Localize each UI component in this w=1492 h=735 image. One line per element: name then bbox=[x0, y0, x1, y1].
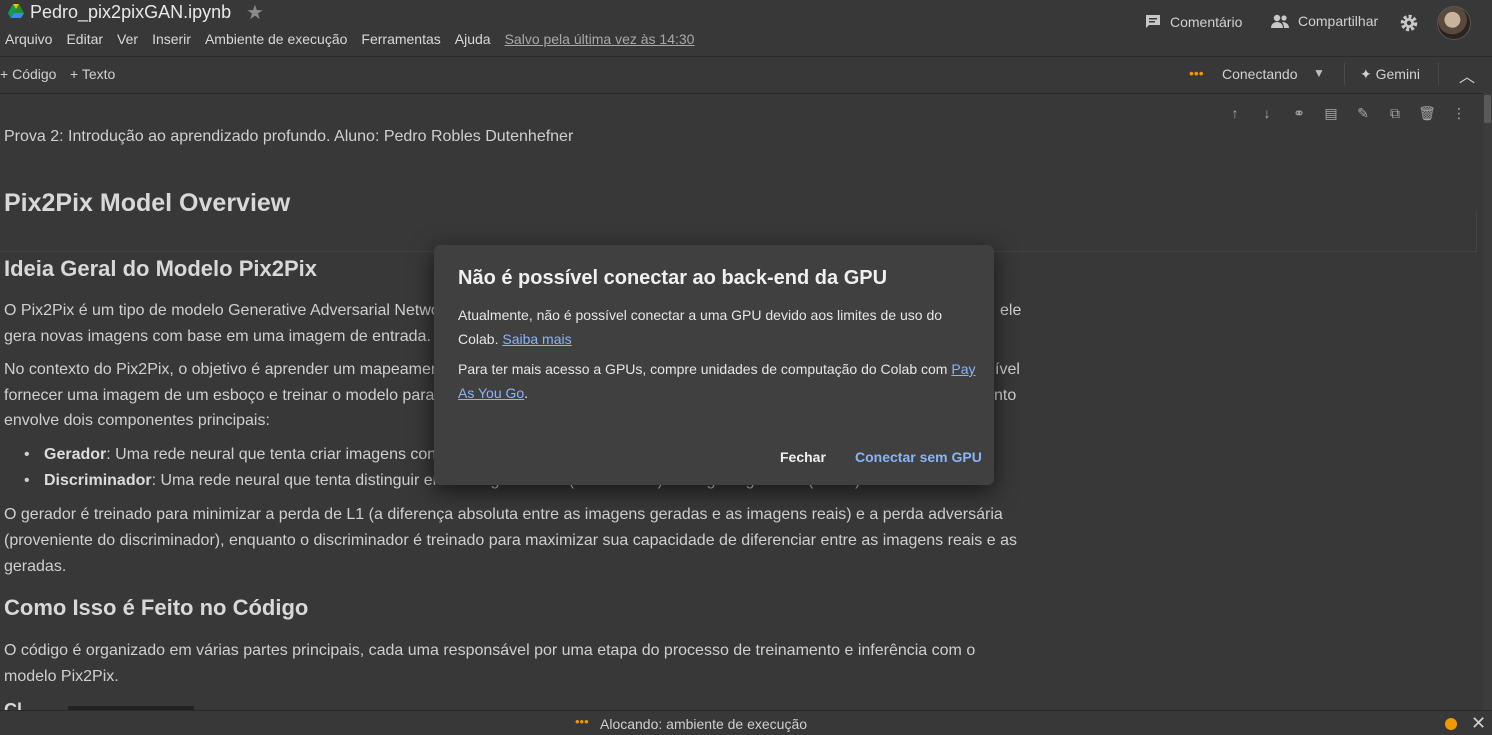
scrollbar[interactable] bbox=[1483, 93, 1492, 710]
star-icon[interactable]: ★ bbox=[246, 0, 264, 25]
pencil-icon[interactable]: ✎ bbox=[1354, 104, 1372, 122]
bullet-bold: Gerador bbox=[44, 446, 107, 463]
status-bar: ••• Alocando: ambiente de execução ✕ bbox=[0, 710, 1492, 735]
notebook-title[interactable]: Pedro_pix2pixGAN.ipynb bbox=[30, 2, 231, 23]
comment-icon[interactable]: ▤ bbox=[1322, 104, 1340, 122]
intro-text: Prova 2: Introdução ao aprendizado profu… bbox=[4, 128, 574, 145]
dialog-message-1: Atualmente, não é possível conectar a um… bbox=[458, 303, 973, 351]
avatar[interactable] bbox=[1437, 6, 1471, 40]
link-icon[interactable]: ⚭ bbox=[1290, 104, 1308, 122]
close-button[interactable]: Fechar bbox=[780, 449, 826, 465]
cell-toolbar: ↑ ↓ ⚭ ▤ ✎ ⧉ 🗑 ⋮ bbox=[1218, 100, 1484, 126]
paragraph-2-line2: fornecer uma imagem de um esboço e trein… bbox=[4, 387, 435, 404]
connect-without-gpu-button[interactable]: Conectar sem GPU bbox=[855, 449, 982, 465]
cut-off-heading: Cl bbox=[4, 700, 22, 710]
notebook-toolbar: + Código + Texto ••• Conectando ▼ ✦ Gemi… bbox=[0, 56, 1492, 94]
dialog-message-2: Para ter mais acesso a GPUs, compre unid… bbox=[458, 357, 978, 405]
paragraph-3: O gerador é treinado para minimizar a pe… bbox=[4, 506, 1017, 575]
dialog-text: Para ter mais acesso a GPUs, compre unid… bbox=[458, 361, 952, 377]
bullet-text: : Uma rede neural que tenta criar imagen… bbox=[106, 446, 445, 463]
paragraph-2-line1: No contexto do Pix2Pix, o objetivo é apr… bbox=[4, 361, 437, 378]
scrollbar-thumb[interactable] bbox=[1484, 95, 1491, 123]
status-text: Alocando: ambiente de execução bbox=[600, 716, 808, 732]
gpu-error-dialog: Não é possível conectar ao back-end da G… bbox=[434, 245, 994, 485]
dialog-text-end: . bbox=[524, 385, 529, 401]
heading-codigo: Como Isso é Feito no Código bbox=[4, 595, 309, 620]
add-text-button[interactable]: + Texto bbox=[70, 66, 115, 82]
paragraph-2-line2-right: nto bbox=[994, 387, 1017, 404]
add-code-label: Código bbox=[12, 66, 57, 82]
trash-icon[interactable]: 🗑 bbox=[1418, 104, 1436, 122]
heading-overview: Pix2Pix Model Overview bbox=[4, 189, 291, 217]
status-indicator-icon bbox=[1445, 718, 1457, 730]
plus-icon: + bbox=[70, 66, 82, 82]
comment-button[interactable]: Comentário bbox=[1144, 13, 1242, 31]
paragraph-1-right: ele bbox=[1000, 302, 1022, 319]
menu-ferramentas[interactable]: Ferramentas bbox=[361, 31, 440, 47]
add-text-label: Texto bbox=[81, 66, 116, 82]
paragraph-2-line1-right: ível bbox=[995, 361, 1020, 378]
add-code-button[interactable]: + Código bbox=[0, 66, 56, 82]
chevron-up-icon[interactable]: ︿ bbox=[1459, 63, 1475, 87]
mirror-cell-icon[interactable]: ⧉ bbox=[1386, 104, 1404, 122]
header: Pedro_pix2pixGAN.ipynb ★ Arquivo Editar … bbox=[0, 0, 1492, 56]
drive-logo-icon[interactable] bbox=[8, 4, 24, 18]
sparkle-icon: ✦ bbox=[1360, 66, 1376, 82]
gemini-button[interactable]: ✦ Gemini bbox=[1360, 66, 1420, 83]
arrow-down-icon[interactable]: ↓ bbox=[1258, 104, 1276, 122]
comment-icon bbox=[1146, 15, 1160, 28]
menu-ajuda[interactable]: Ajuda bbox=[455, 31, 491, 47]
menu-ver[interactable]: Ver bbox=[117, 31, 138, 47]
chevron-down-icon[interactable]: ▼ bbox=[1313, 66, 1325, 80]
menu-arquivo[interactable]: Arquivo bbox=[5, 31, 52, 47]
connecting-dots-icon: ••• bbox=[1189, 65, 1204, 81]
connection-status-button[interactable]: Conectando bbox=[1222, 66, 1298, 82]
plus-icon: + bbox=[0, 66, 13, 82]
paragraph-4: O código é organizado em várias partes p… bbox=[4, 642, 976, 685]
divider bbox=[1344, 63, 1345, 85]
share-button[interactable]: Compartilhar bbox=[1270, 13, 1378, 29]
learn-more-link[interactable]: Saiba mais bbox=[502, 331, 571, 347]
gear-icon[interactable] bbox=[1399, 13, 1419, 33]
menu-bar: Arquivo Editar Ver Inserir Ambiente de e… bbox=[5, 31, 694, 47]
gemini-label: Gemini bbox=[1375, 66, 1420, 82]
menu-editar[interactable]: Editar bbox=[66, 31, 103, 47]
more-vert-icon[interactable]: ⋮ bbox=[1450, 104, 1468, 122]
paragraph-1-line2: gera novas imagens com base em uma image… bbox=[4, 328, 431, 345]
last-saved-link[interactable]: Salvo pela última vez às 14:30 bbox=[505, 31, 695, 47]
paragraph-2-line3: envolve dois componentes principais: bbox=[4, 412, 270, 429]
menu-inserir[interactable]: Inserir bbox=[152, 31, 191, 47]
people-icon bbox=[1271, 14, 1289, 28]
share-label: Compartilhar bbox=[1298, 13, 1379, 29]
comment-label: Comentário bbox=[1170, 14, 1243, 30]
divider bbox=[1438, 63, 1439, 85]
heading-ideia-geral: Ideia Geral do Modelo Pix2Pix bbox=[4, 256, 317, 281]
dialog-title: Não é possível conectar ao back-end da G… bbox=[458, 267, 888, 289]
paragraph-1: O Pix2Pix é um tipo de modelo Generative… bbox=[4, 302, 440, 319]
bullet-bold: Discriminador bbox=[44, 472, 152, 489]
menu-ambiente[interactable]: Ambiente de execução bbox=[205, 31, 347, 47]
loading-dots-icon: ••• bbox=[575, 714, 589, 729]
arrow-up-icon[interactable]: ↑ bbox=[1226, 104, 1244, 122]
close-icon[interactable]: ✕ bbox=[1471, 713, 1486, 734]
